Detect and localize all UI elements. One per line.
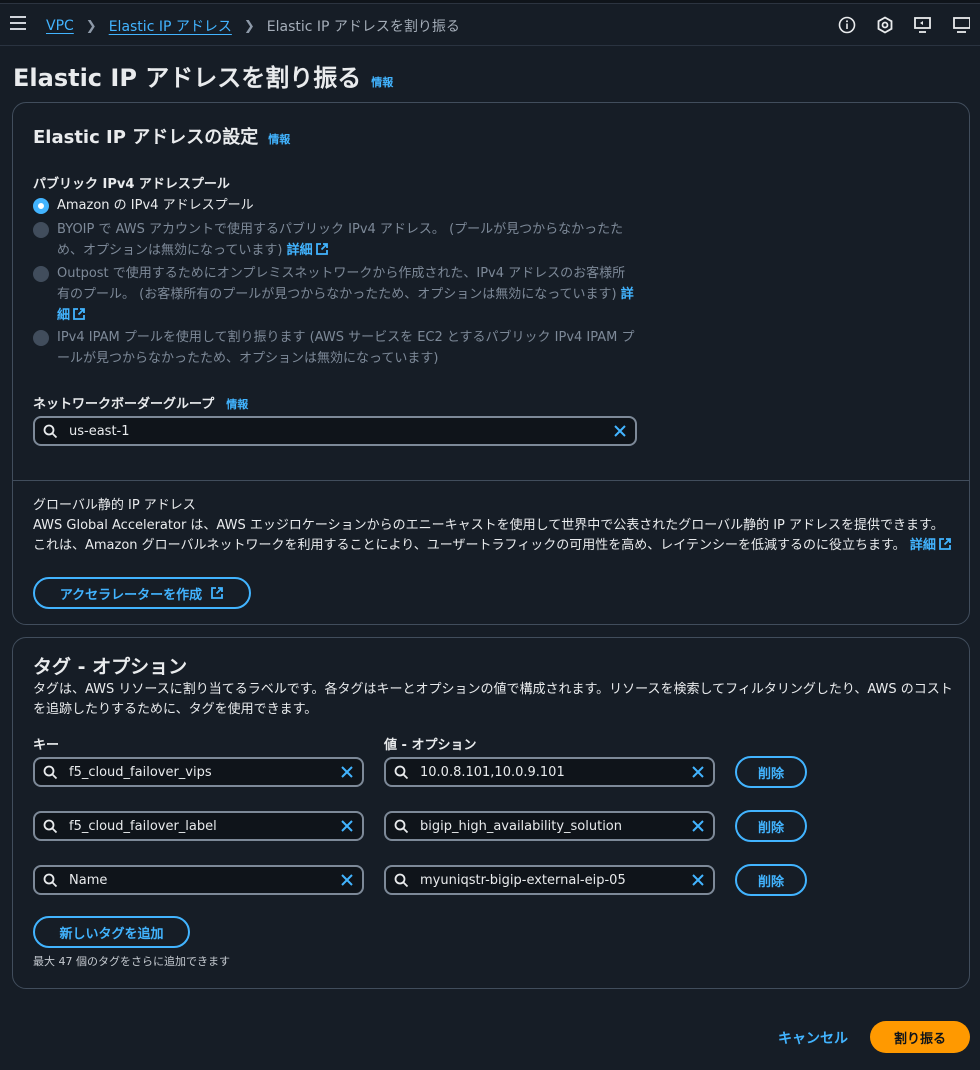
top-bar: VPC ❯ Elastic IP アドレス ❯ Elastic IP アドレスを… [0,4,980,46]
add-tag-button[interactable]: 新しいタグを追加 [33,916,190,948]
settings-info-link[interactable]: 情報 [268,131,290,147]
monitor-icon[interactable] [942,14,980,36]
key-header: キー [33,738,60,753]
external-link-icon [938,538,951,550]
remove-tag-button[interactable]: 削除 [735,756,807,788]
menu-icon[interactable] [10,16,26,30]
tag-value-value: bigip_high_availability_solution [420,818,622,834]
create-accelerator-button[interactable]: アクセラレーターを作成 [33,577,251,609]
nbg-info-link[interactable]: 情報 [226,396,248,412]
allocate-button[interactable]: 割り振る [870,1021,970,1053]
radio-disabled-icon [33,222,49,238]
radio-outpost: Outpost で使用するためにオンプレミスネットワークから作成された、IPv4… [33,265,637,326]
search-icon [35,873,65,888]
byoip-detail-link[interactable]: 詳細 [287,243,313,258]
external-link-icon [73,308,85,320]
settings-title-row: Elastic IP アドレスの設定 情報 [33,123,290,149]
clear-icon[interactable] [683,819,713,833]
search-icon [35,424,65,439]
cancel-button[interactable]: キャンセル [778,1028,848,1048]
tag-key-value: f5_cloud_failover_vips [69,764,212,780]
clear-icon[interactable] [332,765,362,779]
search-icon [386,765,416,780]
breadcrumb-elastic-ip[interactable]: Elastic IP アドレス [109,16,232,36]
breadcrumb-vpc[interactable]: VPC [46,18,74,34]
radio-ipam-label: IPv4 IPAM プールを使用して割り振ります (AWS サービスを EC2 … [57,330,635,366]
radio-byoip-label: BYOIP で AWS アカウントで使用するパブリック IPv4 アドレス。 (… [57,222,624,258]
nbg-value: us-east-1 [69,423,130,439]
tag-value-value: myuniqstr-bigip-external-eip-05 [420,872,626,888]
radio-disabled-icon [33,330,49,346]
tag-value-value: 10.0.8.101,10.0.9.101 [420,764,565,780]
settings-title: Elastic IP アドレスの設定 [33,127,259,148]
clear-icon[interactable] [332,819,362,833]
create-accelerator-label: アクセラレーターを作成 [59,587,203,603]
tag-key-input[interactable]: f5_cloud_failover_vips [33,757,364,787]
page-title: Elastic IP アドレスを割り振る [13,64,362,92]
tag-value-input[interactable]: myuniqstr-bigip-external-eip-05 [384,865,715,895]
clear-icon[interactable] [605,424,635,438]
tag-key-value: f5_cloud_failover_label [69,818,217,834]
radio-ipam: IPv4 IPAM プールを使用して割り振ります (AWS サービスを EC2 … [33,329,637,369]
radio-outpost-label: Outpost で使用するためにオンプレミスネットワークから作成された、IPv4… [57,266,634,323]
breadcrumb: VPC ❯ Elastic IP アドレス ❯ Elastic IP アドレスを… [46,16,460,36]
global-ip-title: グローバル静的 IP アドレス [33,498,196,513]
external-link-icon [315,243,328,255]
breadcrumb-current: Elastic IP アドレスを割り振る [266,19,460,35]
value-header: 値 - オプション [384,738,477,753]
search-icon [35,765,65,780]
tags-title: タグ - オプション [33,656,188,678]
search-icon [35,819,65,834]
radio-disabled-icon [33,266,49,282]
info-circle-icon[interactable] [828,14,866,36]
panel-divider [13,480,969,481]
clear-icon[interactable] [683,873,713,887]
clear-icon[interactable] [332,873,362,887]
hexagon-settings-icon[interactable] [866,14,904,36]
tag-key-input[interactable]: f5_cloud_failover_label [33,811,364,841]
tag-key-input[interactable]: Name [33,865,364,895]
nbg-label: ネットワークボーダーグループ [33,397,215,412]
nbg-search-input[interactable]: us-east-1 [33,416,637,446]
page-info-link[interactable]: 情報 [371,74,393,90]
radio-byoip: BYOIP で AWS アカウントで使用するパブリック IPv4 アドレス。 (… [33,221,637,261]
search-icon [386,819,416,834]
remove-tag-button[interactable]: 削除 [735,810,807,842]
radio-amazon-pool[interactable]: Amazon の IPv4 アドレスプール [33,197,254,216]
tag-limit-note: 最大 47 個のタグをさらに追加できます [33,955,230,968]
global-detail-link[interactable]: 詳細 [910,538,936,553]
search-icon [386,873,416,888]
chevron-right-icon: ❯ [85,18,97,34]
clear-icon[interactable] [683,765,713,779]
remove-tag-button[interactable]: 削除 [735,864,807,896]
pool-label: パブリック IPv4 アドレスプール [33,177,230,192]
global-ip-description: AWS Global Accelerator は、AWS エッジロケーションから… [33,516,953,556]
radio-selected-icon[interactable] [33,198,49,214]
chevron-right-icon: ❯ [243,18,255,34]
screen-share-icon[interactable] [904,14,942,36]
nbg-label-row: ネットワークボーダーグループ 情報 [33,393,248,412]
tags-panel: タグ - オプション タグは、AWS リソースに割り当てるラベルです。各タグはキ… [12,637,970,989]
tag-value-input[interactable]: 10.0.8.101,10.0.9.101 [384,757,715,787]
tag-value-input[interactable]: bigip_high_availability_solution [384,811,715,841]
radio-amazon-label: Amazon の IPv4 アドレスプール [57,198,254,213]
tag-key-value: Name [69,872,108,888]
page-header: Elastic IP アドレスを割り振る 情報 [13,58,393,93]
tags-description: タグは、AWS リソースに割り当てるラベルです。各タグはキーとオプションの値で構… [33,682,953,717]
external-link-icon [211,587,224,599]
elastic-ip-settings-panel: Elastic IP アドレスの設定 情報 パブリック IPv4 アドレスプール… [12,102,970,625]
